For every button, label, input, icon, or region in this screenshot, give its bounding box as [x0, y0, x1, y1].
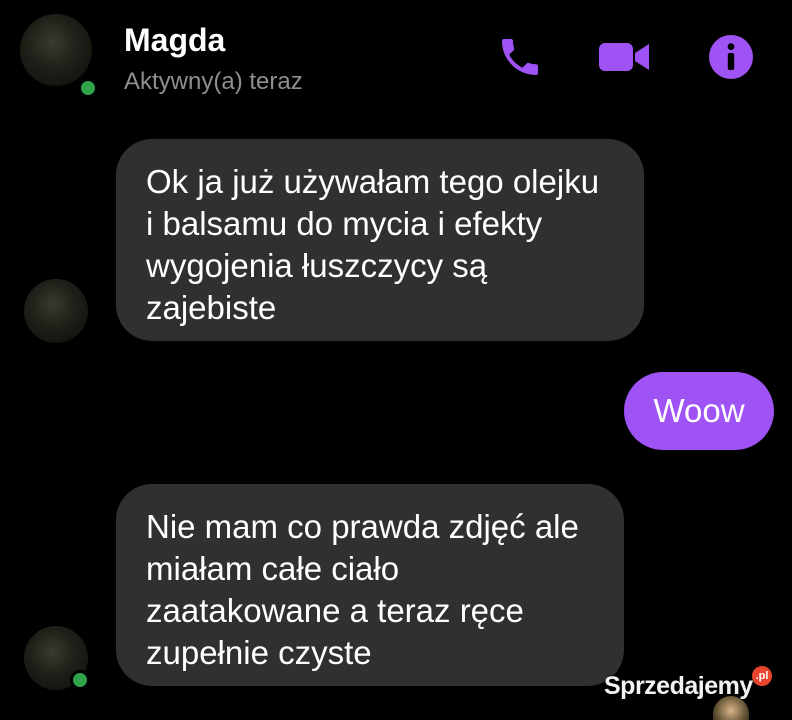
message-line: Ok ja już używałam tego olejku [146, 163, 600, 200]
incoming-message-bubble[interactable]: Nie mam co prawda zdjęć ale miałam całe … [116, 484, 624, 686]
message-line: Nie mam co prawda zdjęć ale [146, 508, 579, 545]
video-camera-icon[interactable] [597, 30, 651, 84]
message-text: Woow [653, 392, 745, 429]
info-icon[interactable] [704, 30, 758, 84]
incoming-message-bubble[interactable]: Ok ja już używałam tego olejku i balsamu… [116, 139, 644, 341]
message-line: zaatakowane a teraz ręce [146, 592, 524, 629]
watermark-badge: .pl [752, 666, 772, 686]
conversation-header: Magda Aktywny(a) teraz [0, 0, 792, 110]
phone-icon[interactable] [493, 30, 547, 84]
contact-name[interactable]: Magda [124, 22, 225, 59]
message-line: i balsamu do mycia i efekty [146, 205, 543, 242]
online-indicator [70, 670, 90, 690]
online-indicator [78, 78, 98, 98]
message-line: miałam całe ciało [146, 550, 400, 587]
message-line: zajebiste [146, 289, 277, 326]
message-line: zupełnie czyste [146, 634, 372, 671]
contact-avatar[interactable] [20, 14, 92, 86]
outgoing-message-bubble[interactable]: Woow [624, 372, 774, 450]
contact-status: Aktywny(a) teraz [124, 68, 303, 95]
message-line: wygojenia łuszczycy są [146, 247, 488, 284]
message-avatar [24, 279, 88, 343]
